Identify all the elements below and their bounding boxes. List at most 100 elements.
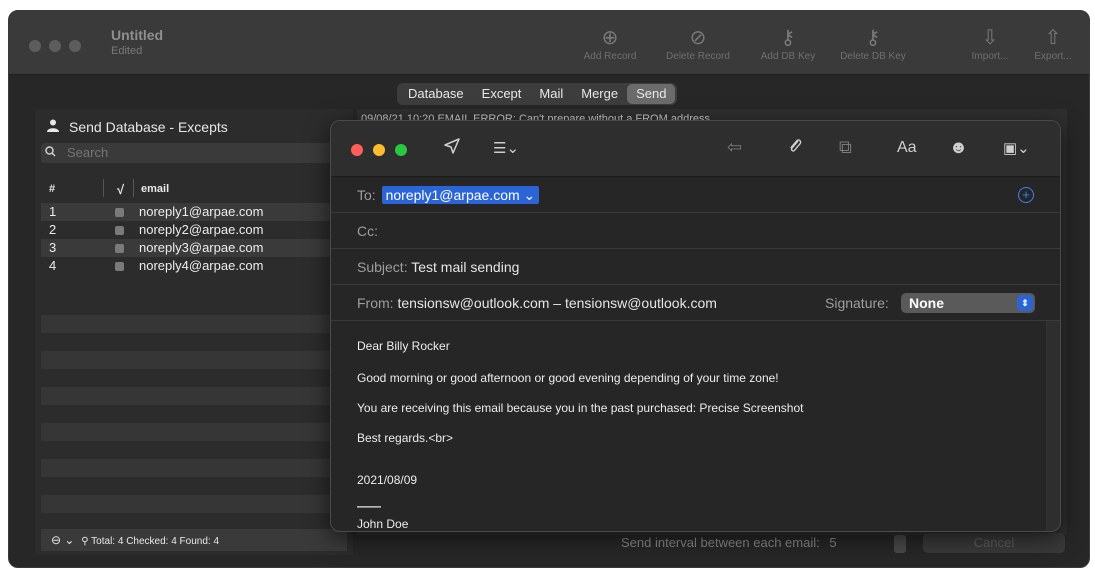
compose-close-button[interactable] xyxy=(351,144,363,156)
paperclip-icon[interactable] xyxy=(787,137,803,160)
message-body[interactable]: Dear Billy Rocker Good morning or good a… xyxy=(331,321,1047,531)
record-counts: Total: 4 Checked: 4 Found: 4 xyxy=(91,536,220,547)
row-email: noreply1@arpae.com xyxy=(139,204,264,219)
column-header-email[interactable]: email xyxy=(141,183,169,195)
import-button[interactable]: ⇩ Import... xyxy=(965,25,1015,62)
to-field[interactable]: To: noreply1@arpae.com ⌄ + xyxy=(331,177,1060,213)
search-icon: ⚲ xyxy=(81,536,89,547)
export-button[interactable]: ⇧ Export... xyxy=(1027,25,1079,62)
window-title: Untitled xyxy=(111,27,164,43)
close-window-button[interactable] xyxy=(29,40,41,52)
row-number: 2 xyxy=(49,222,57,237)
emoji-icon[interactable]: ☻ xyxy=(949,137,968,158)
no-entry-icon: ⊘ xyxy=(689,27,707,49)
delete-db-key-button[interactable]: ⚷ Delete DB Key xyxy=(833,25,913,62)
search-icon xyxy=(45,146,56,160)
table-row[interactable]: 2 noreply2@arpae.com xyxy=(41,221,347,239)
cc-label: Cc: xyxy=(357,223,378,239)
send-interval-value[interactable]: 5 xyxy=(829,535,836,550)
tab-merge[interactable]: Merge xyxy=(572,83,627,105)
window-subtitle: Edited xyxy=(111,45,143,57)
row-checkbox[interactable] xyxy=(115,226,124,235)
row-email: noreply2@arpae.com xyxy=(139,222,264,237)
table-row[interactable]: 1 noreply1@arpae.com xyxy=(41,203,347,221)
row-email: noreply4@arpae.com xyxy=(139,258,264,273)
row-checkbox[interactable] xyxy=(115,208,124,217)
tab-except[interactable]: Except xyxy=(473,83,531,105)
send-interval-text: Send interval between each email: xyxy=(621,535,820,550)
add-record-button[interactable]: ⊕ Add Record xyxy=(575,25,645,62)
database-panel: Send Database - Excepts # √ email 1 nore… xyxy=(35,109,353,555)
subject-field[interactable]: Subject: Test mail sending xyxy=(331,249,1060,285)
interval-stepper[interactable] xyxy=(894,535,906,553)
panel-title: Send Database - Excepts xyxy=(47,119,228,135)
person-icon xyxy=(47,119,61,135)
to-label: To: xyxy=(357,187,376,203)
reply-icon[interactable]: ⇦ xyxy=(727,137,742,158)
send-icon[interactable] xyxy=(443,137,461,160)
empty-row xyxy=(41,495,347,513)
delete-db-key-label: Delete DB Key xyxy=(840,51,906,62)
import-label: Import... xyxy=(971,51,1009,62)
tab-mail[interactable]: Mail xyxy=(530,83,572,105)
subject-label: Subject: xyxy=(357,259,408,275)
row-checkbox[interactable] xyxy=(115,262,124,271)
from-value[interactable]: tensionsw@outlook.com – tensionsw@outloo… xyxy=(397,295,716,311)
body-scrollbar[interactable] xyxy=(1046,321,1060,531)
column-header-num[interactable]: # xyxy=(49,183,55,195)
cc-field[interactable]: Cc: xyxy=(331,213,1060,249)
from-label: From: xyxy=(357,295,394,311)
tab-database[interactable]: Database xyxy=(399,83,473,105)
record-list: 1 noreply1@arpae.com 2 noreply2@arpae.co… xyxy=(41,203,347,275)
body-line: John Doe xyxy=(357,517,409,531)
markup-icon[interactable]: ⧉ xyxy=(839,137,852,158)
table-row[interactable]: 3 noreply3@arpae.com xyxy=(41,239,347,257)
row-number: 4 xyxy=(49,258,57,273)
compose-window: ☰⌄ ⇦ ⧉ Aa ☻ ▣⌄ To: noreply1@arpae.com ⌄ … xyxy=(330,120,1061,532)
export-icon: ⇧ xyxy=(1044,27,1062,49)
empty-row xyxy=(41,351,347,369)
body-line: Good morning or good afternoon or good e… xyxy=(357,371,779,385)
add-db-key-button[interactable]: ⚷ Add DB Key xyxy=(751,25,825,62)
row-number: 1 xyxy=(49,204,57,219)
table-row[interactable]: 4 noreply4@arpae.com xyxy=(41,257,347,275)
empty-row xyxy=(41,315,347,333)
main-toolbar: Untitled Edited ⊕ Add Record ⊘ Delete Re… xyxy=(9,11,1089,75)
zoom-window-button[interactable] xyxy=(69,40,81,52)
cancel-button[interactable]: Cancel xyxy=(923,533,1065,553)
to-recipient-token[interactable]: noreply1@arpae.com ⌄ xyxy=(381,186,540,204)
header-fields-icon[interactable]: ☰⌄ xyxy=(493,139,519,157)
compose-zoom-button[interactable] xyxy=(395,144,407,156)
key-minus-icon: ⚷ xyxy=(865,27,881,49)
from-field[interactable]: From: tensionsw@outlook.com – tensionsw@… xyxy=(331,285,1060,321)
subject-value[interactable]: Test mail sending xyxy=(411,259,519,275)
table-header: # √ email xyxy=(41,179,347,199)
compose-minimize-button[interactable] xyxy=(373,144,385,156)
minimize-window-button[interactable] xyxy=(49,40,61,52)
panel-footer: ⊖ ⌄ ⚲ Total: 4 Checked: 4 Found: 4 xyxy=(41,529,347,551)
search-input[interactable] xyxy=(41,143,347,163)
plus-circle-icon: ⊕ xyxy=(601,27,619,49)
delete-record-button[interactable]: ⊘ Delete Record xyxy=(657,25,739,62)
signature-label: Signature: xyxy=(825,295,889,311)
delete-record-label: Delete Record xyxy=(666,51,730,62)
row-checkbox[interactable] xyxy=(115,244,124,253)
signature-select[interactable]: None ⇕ xyxy=(901,293,1035,313)
action-menu-icon[interactable]: ⊖ ⌄ xyxy=(51,533,74,547)
signature-value: None xyxy=(909,295,944,311)
body-line: Best regards.<br> xyxy=(357,431,454,445)
add-contact-icon[interactable]: + xyxy=(1018,187,1034,203)
mode-tabs: Database Except Mail Merge Send xyxy=(397,83,678,105)
photo-browser-icon[interactable]: ▣⌄ xyxy=(1003,139,1030,157)
empty-row xyxy=(41,387,347,405)
body-line: —— xyxy=(357,499,381,513)
panel-title-text: Send Database - Excepts xyxy=(69,119,228,135)
body-line: You are receiving this email because you… xyxy=(357,401,804,415)
tab-send[interactable]: Send xyxy=(627,84,676,104)
row-email: noreply3@arpae.com xyxy=(139,240,264,255)
column-header-check[interactable]: √ xyxy=(117,182,124,197)
font-button[interactable]: Aa xyxy=(897,139,917,157)
body-line: 2021/08/09 xyxy=(357,473,418,487)
compose-toolbar: ☰⌄ ⇦ ⧉ Aa ☻ ▣⌄ xyxy=(331,121,1060,177)
row-number: 3 xyxy=(49,240,57,255)
